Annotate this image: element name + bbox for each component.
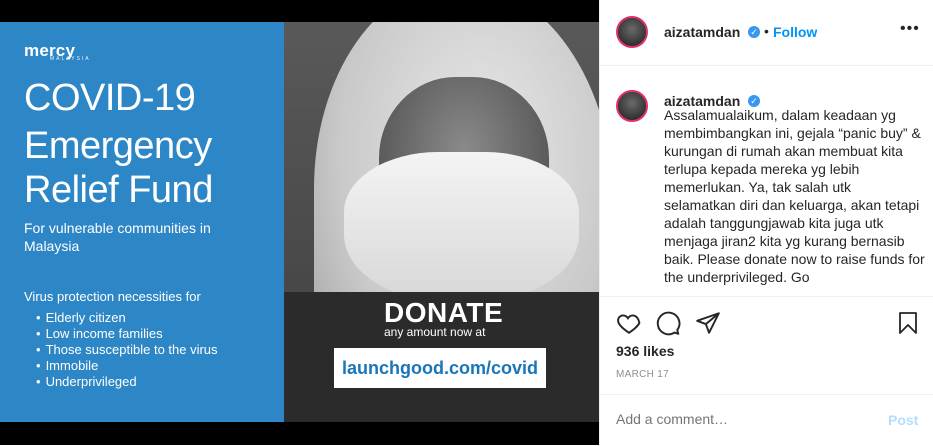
more-options-icon[interactable]: ••• (900, 20, 920, 38)
bookmark-icon[interactable] (896, 310, 920, 336)
poster-title-line3: Relief Fund (24, 169, 213, 211)
comment-bar: Post (600, 394, 933, 446)
heart-icon[interactable] (616, 310, 642, 336)
share-icon[interactable] (695, 310, 721, 336)
avatar[interactable] (616, 16, 648, 48)
post-header: aizatamdan ✓ • Follow ••• (600, 0, 933, 66)
header-username[interactable]: aizatamdan (664, 24, 740, 40)
comment-input[interactable] (616, 411, 836, 427)
protection-heading: Virus protection necessities for (24, 289, 201, 304)
follow-button[interactable]: Follow (773, 24, 817, 40)
caption-text: Assalamualaikum, dalam keadaan yg membim… (664, 107, 925, 285)
poster-title-line1: COVID-19 (24, 77, 196, 119)
separator-dot: • (764, 23, 769, 39)
protection-item: Elderly citizen (36, 310, 218, 326)
donate-amount-text: any amount now at (384, 325, 486, 339)
likes-count[interactable]: 936 likes (616, 343, 674, 359)
verified-badge-icon: ✓ (748, 26, 760, 38)
post-sidebar: aizatamdan ✓ • Follow ••• aizatamdan ✓ A… (599, 0, 933, 445)
comment-icon[interactable] (655, 310, 681, 336)
protection-list: Elderly citizen Low income families Thos… (36, 310, 218, 390)
poster-title-line2: Emergency (24, 125, 212, 167)
donate-url: launchgood.com/covid (334, 348, 546, 388)
caption-avatar[interactable] (616, 90, 648, 122)
mercy-logo-sub: MALAYSIA (50, 56, 91, 62)
poster-blue-panel: mercy MALAYSIA COVID-19 Emergency Relief… (0, 22, 284, 422)
post-date[interactable]: MARCH 17 (616, 369, 669, 380)
protection-item: Underprivileged (36, 374, 218, 390)
face-mask-shape (344, 152, 579, 302)
actions-divider (600, 296, 933, 298)
post-media[interactable]: mercy MALAYSIA COVID-19 Emergency Relief… (0, 0, 599, 445)
poster-subtitle: For vulnerable communities in Malaysia (24, 220, 211, 254)
protection-item: Immobile (36, 358, 218, 374)
poster-image: mercy MALAYSIA COVID-19 Emergency Relief… (0, 22, 599, 422)
protection-item: Those susceptible to the virus (36, 342, 218, 358)
post-comment-button[interactable]: Post (888, 412, 918, 428)
protection-item: Low income families (36, 326, 218, 342)
